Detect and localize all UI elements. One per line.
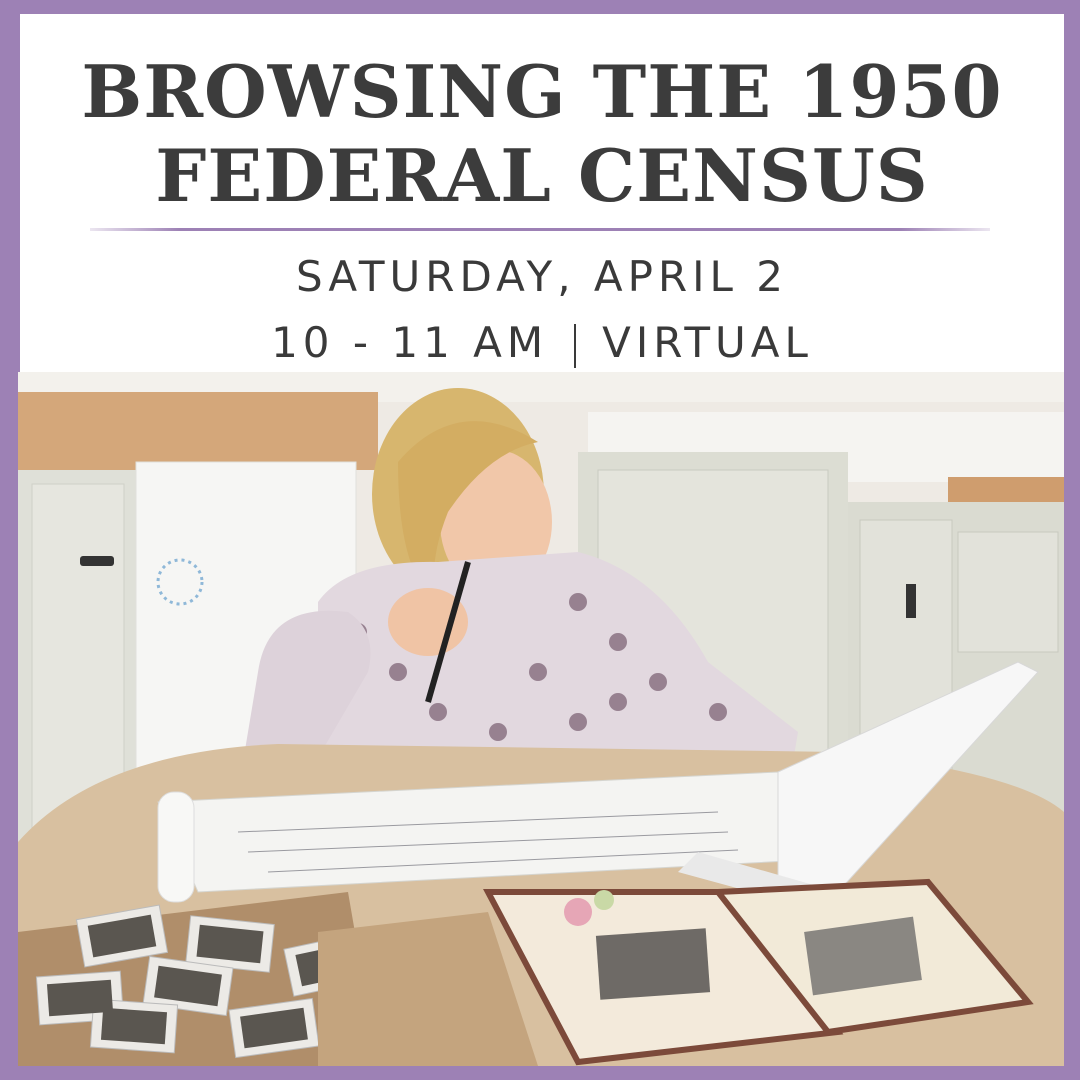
countertop-left [18, 392, 378, 470]
header-panel: BROWSING THE 1950 FEDERAL CENSUS SATURDA… [20, 14, 1064, 372]
event-title: BROWSING THE 1950 FEDERAL CENSUS [20, 50, 1064, 218]
brush-divider [90, 228, 990, 231]
event-date: SATURDAY, APRIL 2 [295, 252, 789, 301]
photo-illustration [18, 372, 1064, 1066]
title-line-1: BROWSING THE 1950 [81, 49, 1003, 134]
event-location: VIRTUAL [602, 318, 813, 367]
research-photo [18, 372, 1064, 1066]
title-line-2: FEDERAL CENSUS [155, 133, 929, 218]
separator-bar [574, 323, 577, 368]
event-time: 10 - 11 AM [271, 318, 549, 367]
event-time-location: 10 - 11 AM VIRTUAL [20, 318, 1064, 368]
